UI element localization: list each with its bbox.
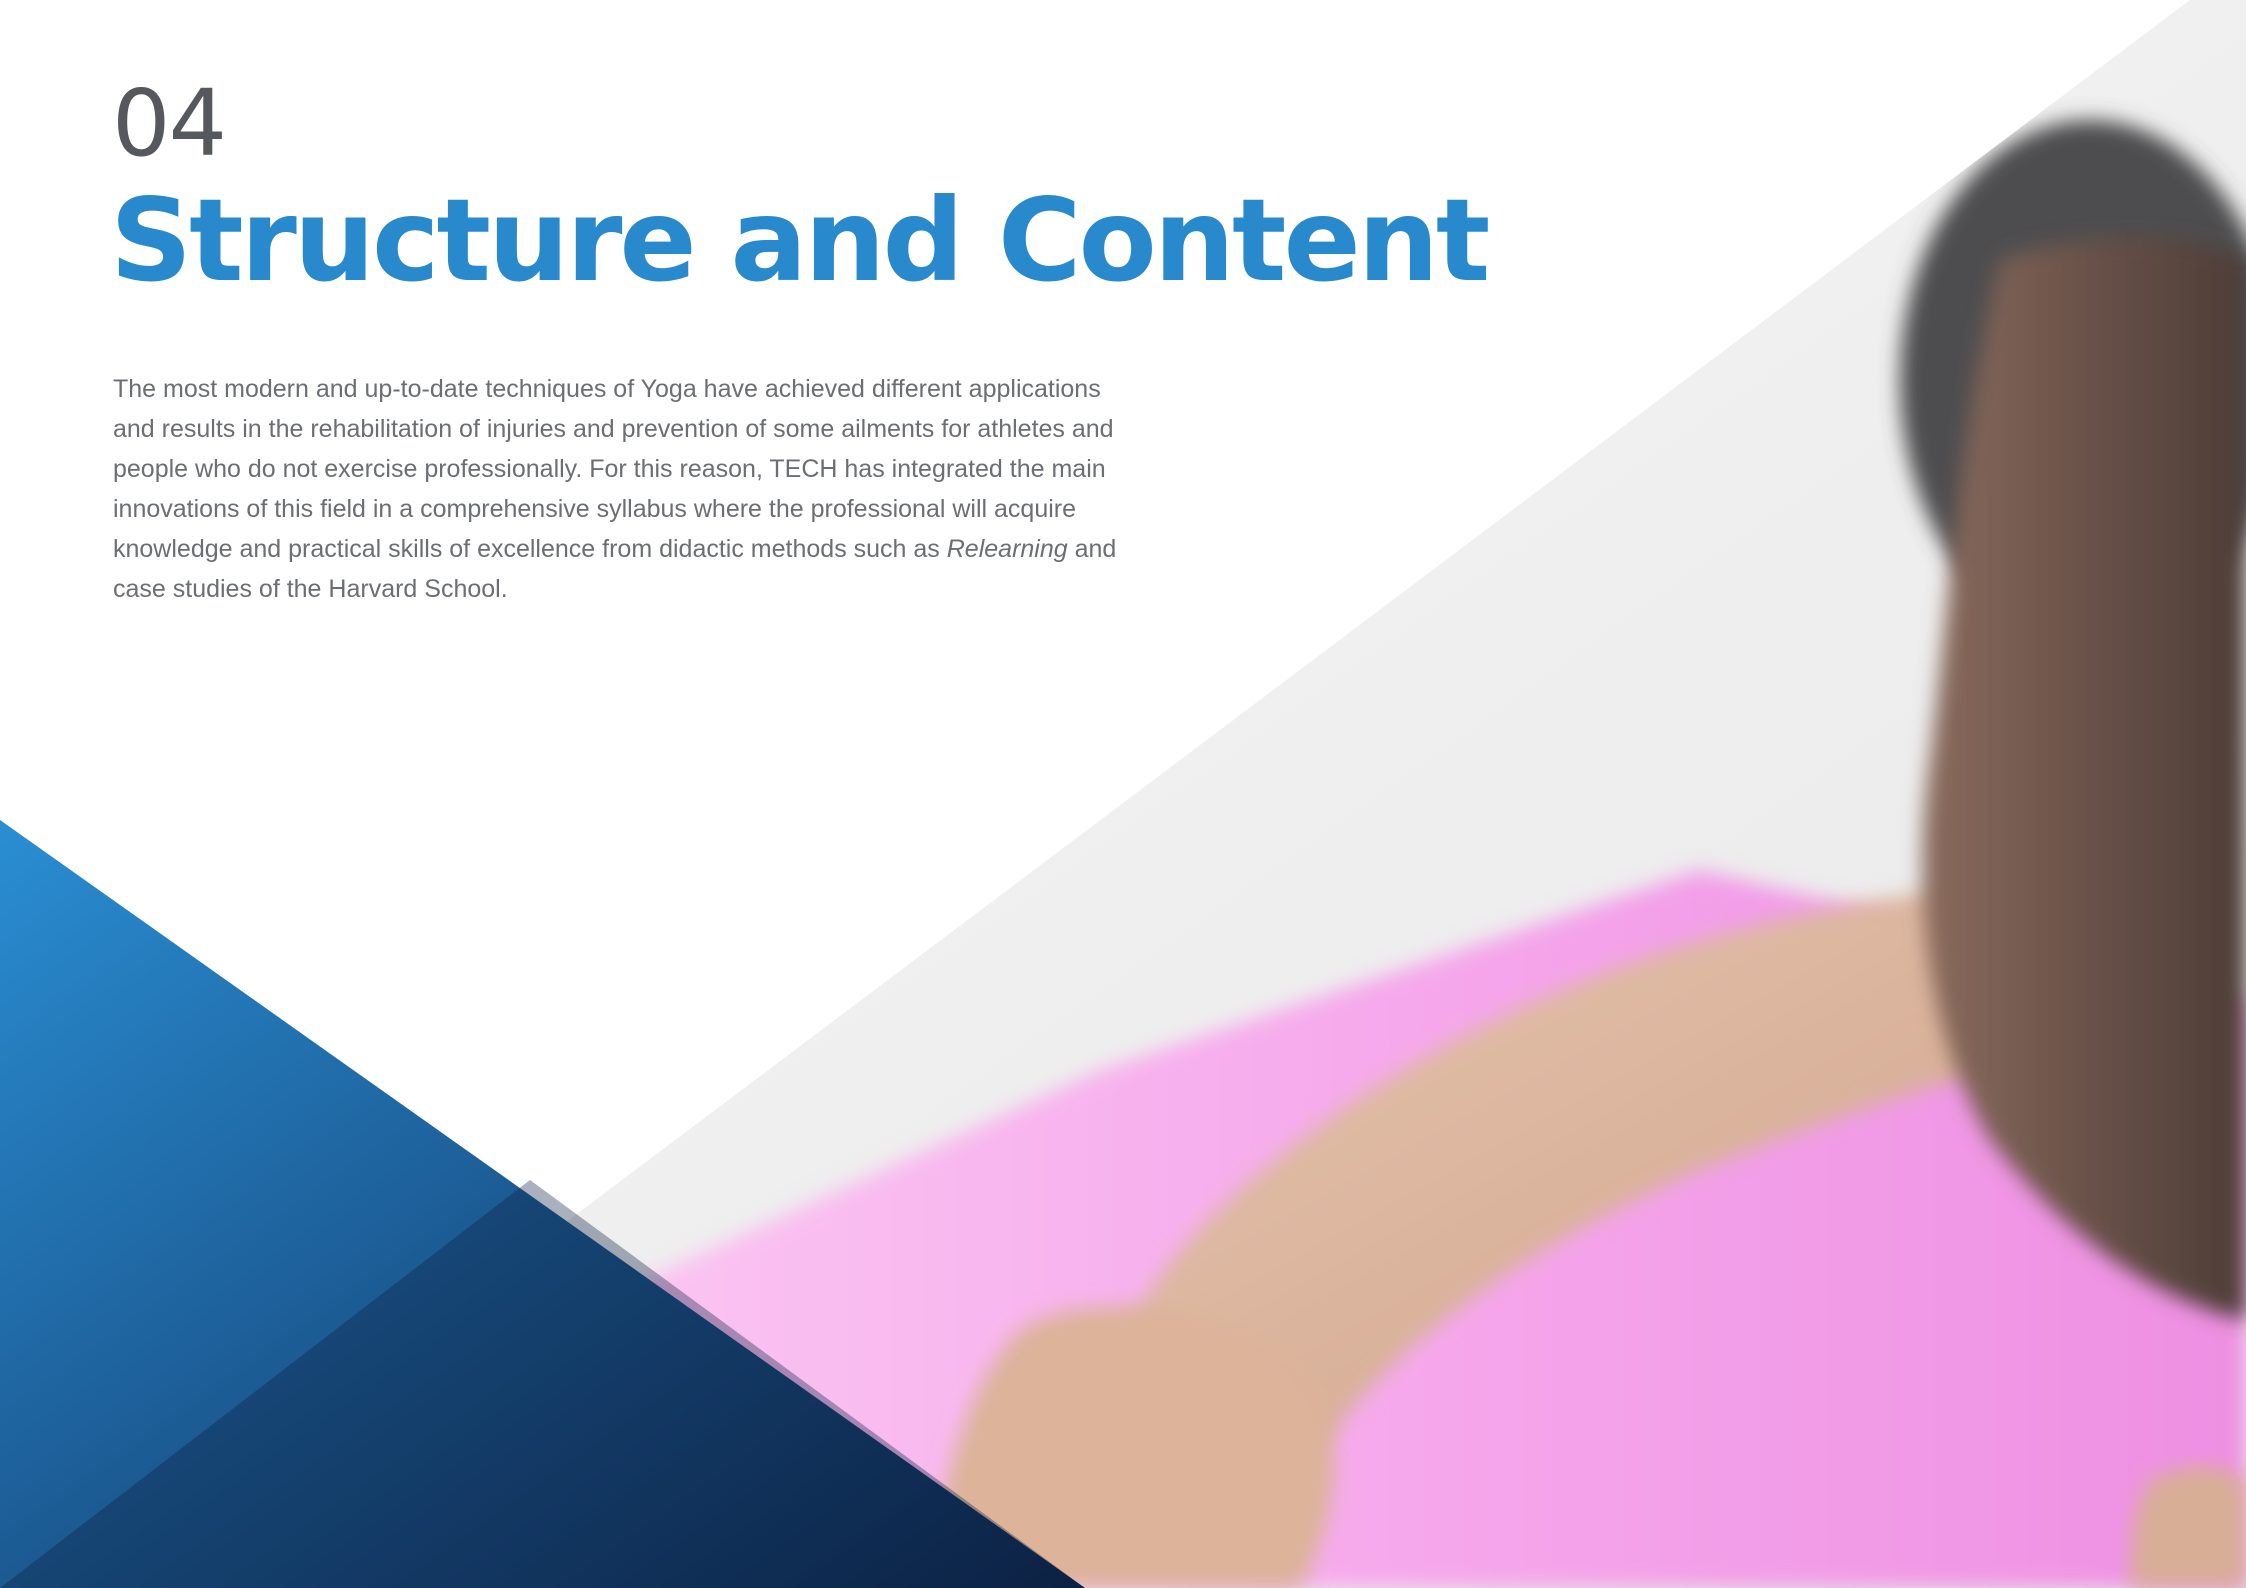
section-number: 04 — [112, 70, 227, 177]
intro-emphasis: Relearning — [946, 535, 1068, 563]
intro-paragraph: The most modern and up-to-date technique… — [113, 369, 1123, 609]
page-title: Structure and Content — [110, 174, 1490, 307]
page: 04 Structure and Content The most modern… — [0, 0, 2246, 1588]
